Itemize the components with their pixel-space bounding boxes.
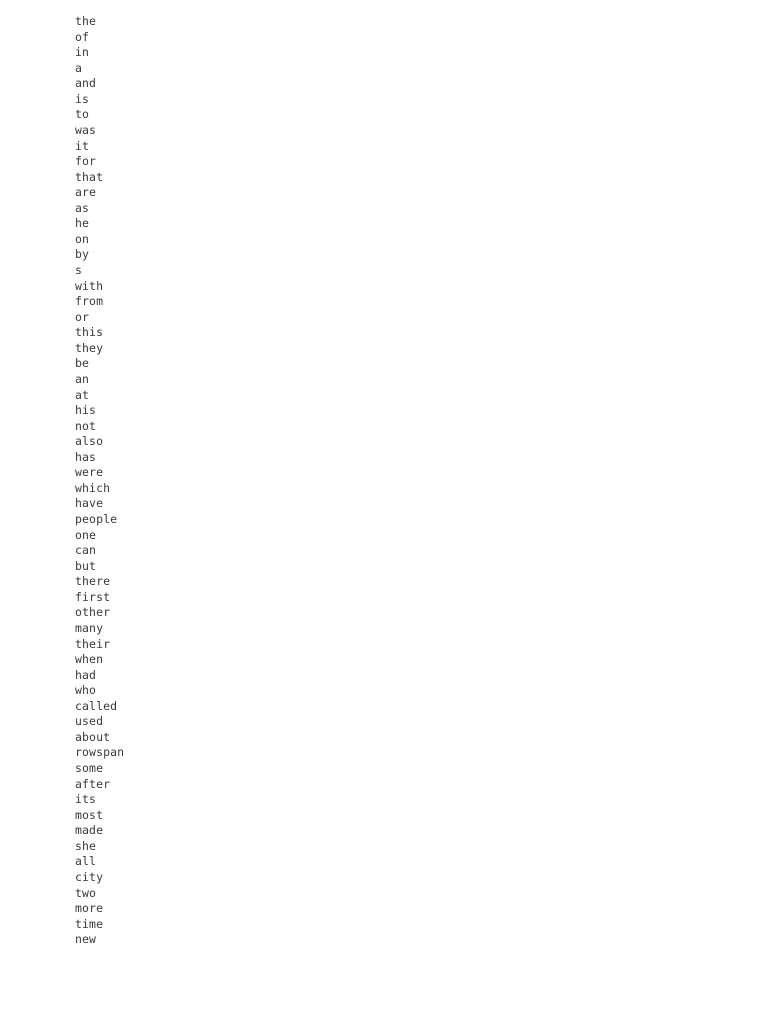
word-list-item: by <box>75 247 90 262</box>
word-list-item: this <box>75 325 104 340</box>
word-list-item: when <box>75 652 104 667</box>
word-list-item: they <box>75 340 104 355</box>
word-list-item: there <box>75 574 111 589</box>
word-list-item: it <box>75 138 90 153</box>
word-list-item: all <box>75 854 97 869</box>
word-list-item: who <box>75 683 97 698</box>
word-list-item: one <box>75 527 97 542</box>
word-list-item: their <box>75 636 111 651</box>
word-list-item: the <box>75 14 97 28</box>
word-list-item: can <box>75 543 97 558</box>
word-list-item: have <box>75 496 104 511</box>
word-list-item: people <box>75 512 118 526</box>
word-list-item: is <box>75 91 90 106</box>
word-list-item: most <box>75 807 104 822</box>
word-list-item: and <box>75 76 97 91</box>
word-list-item: she <box>75 838 97 853</box>
word-list-item: from <box>75 294 104 309</box>
word-list-item: but <box>75 558 97 573</box>
word-list-item: in <box>75 45 90 60</box>
word-list-item: which <box>75 480 111 495</box>
word-list-item: his <box>75 403 97 418</box>
page-container: the of in a and is to was it for that are as he on by s w… <box>0 0 768 1024</box>
word-list-item: made <box>75 823 104 838</box>
word-list-item: other <box>75 605 111 620</box>
word-list-item: or <box>75 309 90 324</box>
word-list-item: as <box>75 200 90 215</box>
word-list-item: were <box>75 465 104 480</box>
word-list-item: that <box>75 169 104 184</box>
word-list-item: to <box>75 107 90 122</box>
word-list-item: with <box>75 278 104 293</box>
word-list-item: for <box>75 154 97 169</box>
word-list-item: an <box>75 371 90 386</box>
word-list-item: some <box>75 761 104 775</box>
word-list-item: also <box>75 434 104 449</box>
word-list-item: are <box>75 185 97 200</box>
word-list-item: was <box>75 122 97 137</box>
word-list-item: called <box>75 698 118 713</box>
word-list-item: not <box>75 418 97 433</box>
word-list-item: two <box>75 885 97 900</box>
word-list-item: on <box>75 231 90 246</box>
word-list-item: city <box>75 869 104 884</box>
word-list-item: first <box>75 589 111 604</box>
word-list-item: had <box>75 667 97 682</box>
word-list-item: after <box>75 776 111 791</box>
word-list-item: be <box>75 356 90 371</box>
word-list-item: many <box>75 620 104 635</box>
word-list-item: at <box>75 387 90 402</box>
word-list-item: he <box>75 216 90 231</box>
word-list-item: has <box>75 449 97 464</box>
word-list-item: its <box>75 792 97 807</box>
word-list-item: rowspan <box>75 745 125 760</box>
word-list-item: used <box>75 714 104 729</box>
word-list-item: new <box>75 932 97 947</box>
word-list-item: s <box>75 263 83 277</box>
word-list-item: of <box>75 29 90 44</box>
word-list-item: time <box>75 916 104 931</box>
word-list: the of in a and is to was it for that are as he on by s w… <box>0 14 768 948</box>
word-list-item: more <box>75 901 104 916</box>
word-list-item: a <box>75 60 83 75</box>
word-list-item: about <box>75 729 111 744</box>
